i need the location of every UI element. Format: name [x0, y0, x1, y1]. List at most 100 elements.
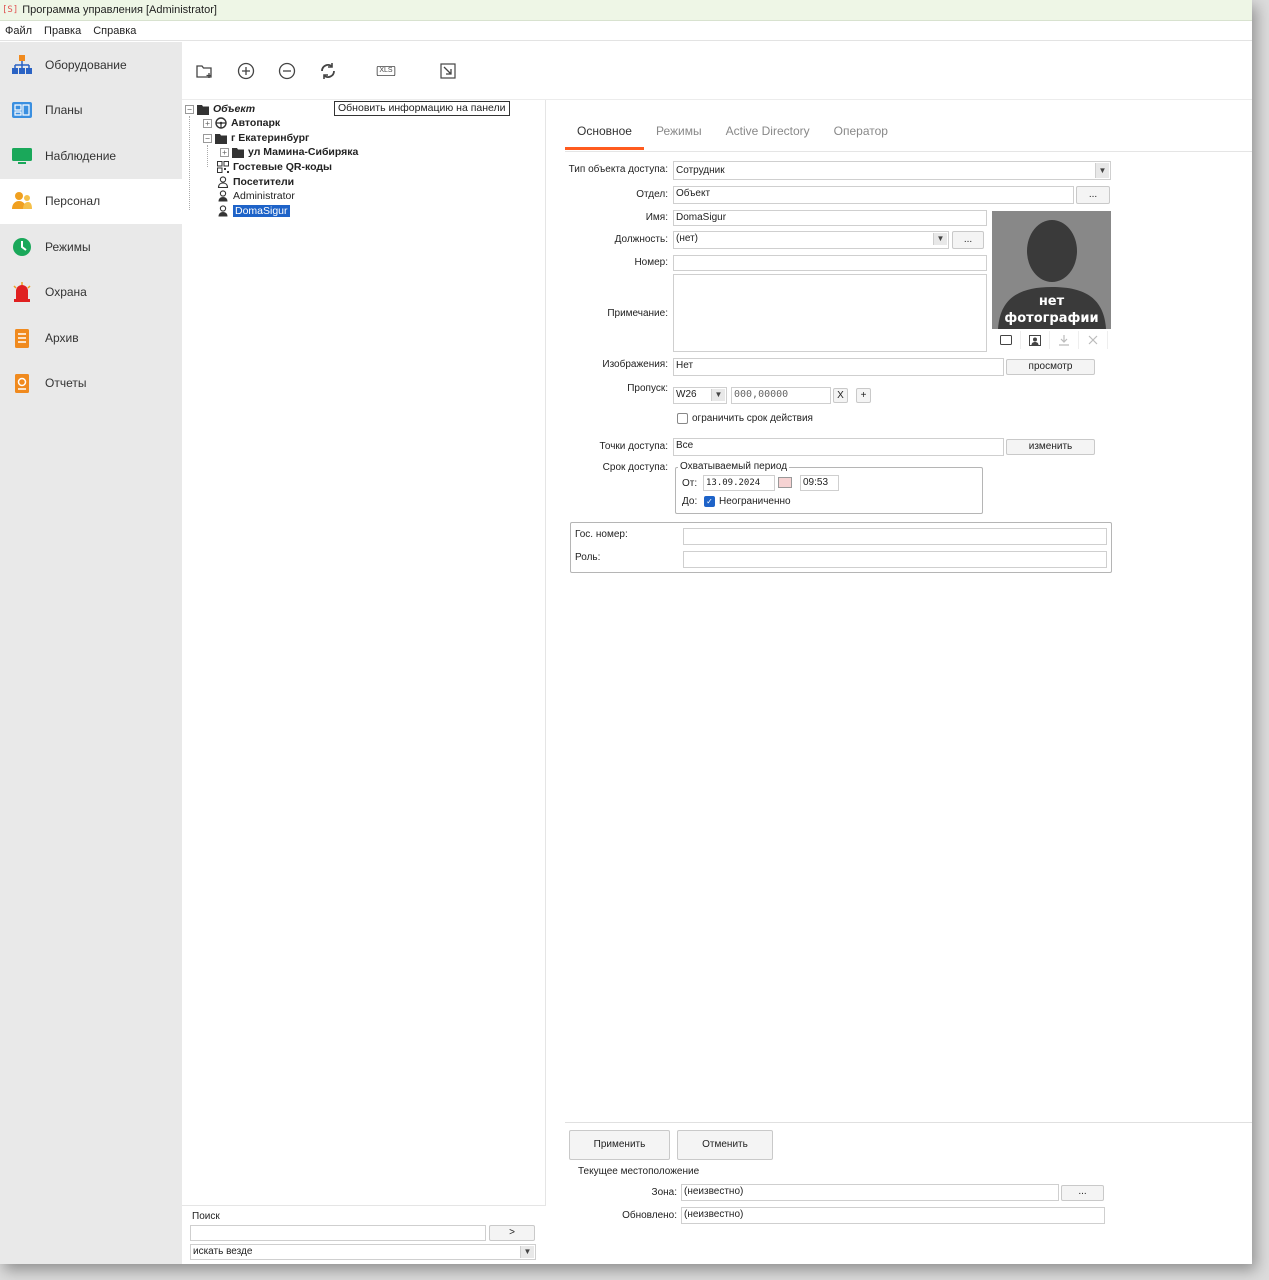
photo-placeholder: нет фотографии	[992, 211, 1111, 329]
images-field[interactable]: Нет	[673, 358, 1004, 376]
tab-active-directory[interactable]: Active Directory	[714, 120, 822, 150]
sidebar-item-reports[interactable]: Отчеты	[0, 361, 182, 407]
images-view-button[interactable]: просмотр	[1006, 359, 1095, 375]
search-scope-select[interactable]: искать везде ▼	[190, 1244, 536, 1260]
collapse-icon[interactable]: −	[203, 133, 212, 143]
import-button[interactable]	[437, 60, 459, 82]
number-field[interactable]	[673, 255, 987, 271]
tree-node-domasigur[interactable]: DomaSigur	[217, 204, 290, 218]
person-icon	[217, 205, 229, 217]
chevron-down-icon: ▼	[520, 1246, 534, 1258]
export-xls-button[interactable]: XLS	[373, 60, 399, 82]
toolbar: XLS	[182, 42, 1252, 100]
remove-button[interactable]	[276, 60, 298, 82]
zone-field[interactable]: (неизвестно)	[681, 1184, 1059, 1201]
monitor-icon	[11, 145, 33, 167]
sidebar-item-surveillance[interactable]: Наблюдение	[0, 133, 182, 179]
limit-validity-checkbox[interactable]	[677, 413, 688, 424]
pass-label: Пропуск:	[627, 383, 668, 394]
sidebar-item-archive[interactable]: Архив	[0, 315, 182, 361]
sidebar-item-label: Персонал	[45, 194, 101, 209]
sidebar-item-modes[interactable]: Режимы	[0, 224, 182, 270]
updated-field[interactable]: (неизвестно)	[681, 1207, 1105, 1224]
menu-file[interactable]: Файл	[5, 25, 32, 37]
tree-node-administrator[interactable]: Administrator	[217, 189, 295, 203]
app-window: [S] Программа управления [Administrator]…	[0, 0, 1252, 1264]
department-field[interactable]: Объект	[673, 186, 1074, 204]
tree-node-autopark[interactable]: + Автопарк	[203, 116, 280, 130]
note-textarea[interactable]	[673, 274, 987, 352]
images-label: Изображения:	[602, 359, 668, 370]
tab-operator[interactable]: Оператор	[822, 120, 900, 150]
number-label: Номер:	[634, 257, 668, 268]
access-points-change-button[interactable]: изменить	[1006, 439, 1095, 455]
portrait-icon	[1029, 334, 1041, 346]
pass-number-field[interactable]: 000,00000	[731, 387, 831, 404]
network-icon	[11, 54, 33, 76]
pass-add-button[interactable]: +	[856, 388, 871, 403]
search-input[interactable]	[190, 1225, 486, 1241]
unlimited-label: Неограниченно	[719, 496, 791, 507]
expand-icon[interactable]: +	[220, 147, 229, 157]
pass-format-select[interactable]: W26 ▼	[673, 387, 727, 404]
add-folder-button[interactable]	[194, 60, 216, 82]
tab-main[interactable]: Основное	[565, 120, 644, 150]
sidebar-item-plans[interactable]: Планы	[0, 88, 182, 134]
access-type-select[interactable]: Сотрудник ▼	[673, 161, 1111, 180]
name-field[interactable]: DomaSigur	[673, 210, 987, 226]
download-icon	[1059, 335, 1069, 346]
frame-icon	[1000, 335, 1012, 345]
tree-node-root[interactable]: − Объект	[185, 102, 255, 116]
expand-icon[interactable]: +	[203, 118, 212, 128]
tab-modes[interactable]: Режимы	[644, 120, 714, 150]
name-label: Имя:	[645, 212, 668, 223]
search-go-button[interactable]: >	[489, 1225, 535, 1241]
detail-panel: Основное Режимы Active Directory Операто…	[547, 100, 1252, 1264]
unlimited-checkbox[interactable]: ✓	[704, 496, 715, 507]
photo-open-button[interactable]	[992, 331, 1021, 349]
sidebar-item-label: Наблюдение	[45, 148, 117, 163]
tree-node-city[interactable]: − г Екатеринбург	[203, 131, 309, 145]
note-label: Примечание:	[607, 308, 668, 319]
plus-circle-icon	[237, 62, 255, 79]
xls-label: XLS	[379, 67, 393, 74]
refresh-button[interactable]	[317, 60, 339, 82]
menu-help[interactable]: Справка	[93, 25, 136, 37]
photo-download-button[interactable]	[1050, 331, 1079, 349]
plate-field[interactable]	[683, 528, 1107, 545]
department-label: Отдел:	[636, 189, 668, 200]
department-browse-button[interactable]: ...	[1076, 186, 1110, 204]
access-points-field[interactable]: Все	[673, 438, 1004, 456]
role-field[interactable]	[683, 551, 1107, 568]
zone-browse-button[interactable]: ...	[1061, 1185, 1104, 1201]
refresh-icon	[321, 62, 335, 79]
tree-node-street[interactable]: + ул Мамина-Сибиряка	[220, 145, 358, 159]
chevron-down-icon: ▼	[933, 233, 947, 245]
sidebar-item-label: Архив	[45, 330, 79, 345]
add-button[interactable]	[235, 60, 257, 82]
folder-icon	[232, 146, 244, 158]
sidebar-item-label: Охрана	[45, 285, 87, 300]
tree-node-qr[interactable]: Гостевые QR-коды	[217, 160, 332, 174]
folder-icon	[215, 132, 227, 144]
calendar-icon[interactable]	[778, 477, 792, 488]
sidebar-item-equipment[interactable]: Оборудование	[0, 42, 182, 88]
sidebar-item-personnel[interactable]: Персонал	[0, 178, 182, 224]
pass-clear-button[interactable]: X	[833, 388, 848, 403]
from-date-field[interactable]: 13.09.2024	[703, 475, 775, 491]
photo-delete-button[interactable]	[1079, 331, 1108, 349]
cancel-button[interactable]: Отменить	[677, 1130, 773, 1160]
sidebar-item-security[interactable]: Охрана	[0, 270, 182, 316]
sidebar-item-label: Оборудование	[45, 57, 127, 72]
access-points-label: Точки доступа:	[599, 441, 668, 452]
bottom-divider	[565, 1122, 1252, 1123]
photo-camera-button[interactable]	[1021, 331, 1050, 349]
from-time-field[interactable]: 09:53	[800, 475, 839, 491]
apply-button[interactable]: Применить	[569, 1130, 670, 1160]
position-select[interactable]: (нет) ▼	[673, 231, 949, 249]
sidebar: Оборудование Планы Наблюдение Персонал Р…	[0, 42, 182, 1264]
collapse-icon[interactable]: −	[185, 104, 194, 114]
position-browse-button[interactable]: ...	[952, 231, 984, 249]
tree-node-visitors[interactable]: Посетители	[217, 175, 294, 189]
menu-edit[interactable]: Правка	[44, 25, 81, 37]
